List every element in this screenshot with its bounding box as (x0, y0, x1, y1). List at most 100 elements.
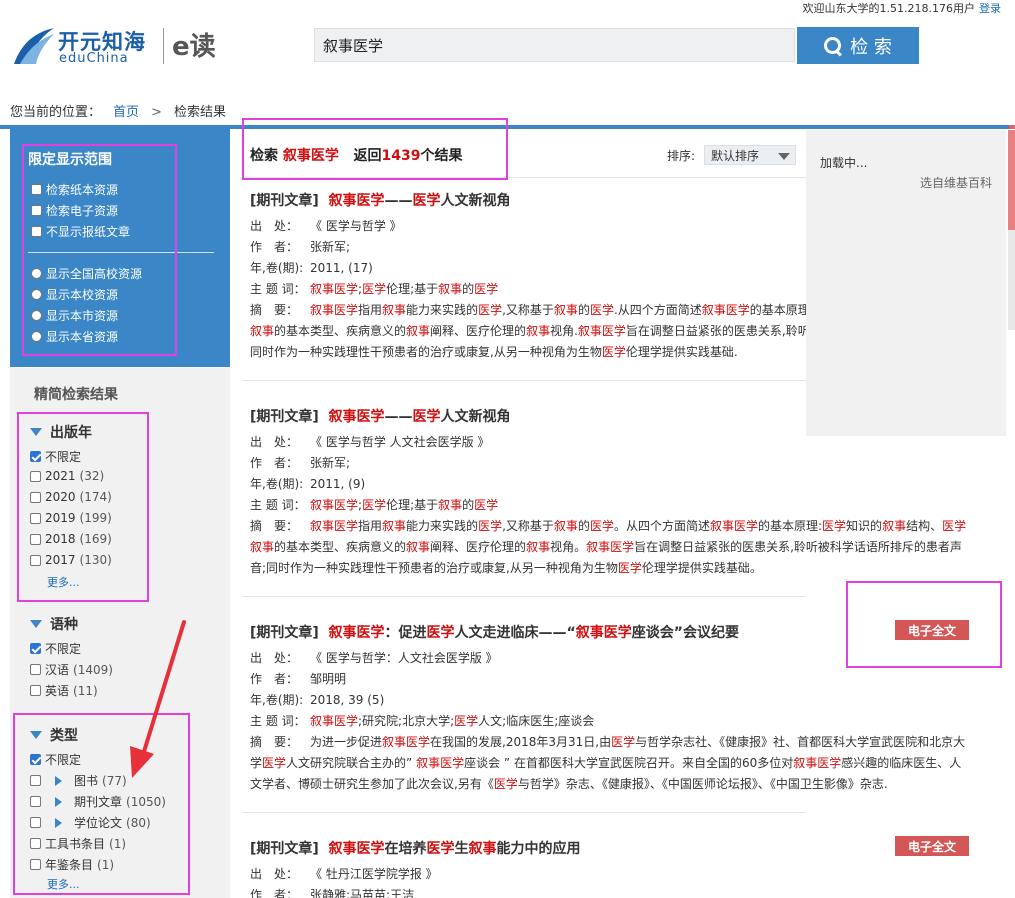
scope-no-newspaper-checkbox[interactable]: 不显示报纸文章 (31, 223, 130, 240)
checkbox[interactable] (30, 643, 41, 654)
scrollbar-track[interactable] (1008, 230, 1015, 330)
result-divider (242, 596, 806, 597)
search-input[interactable] (314, 28, 795, 62)
checkbox[interactable] (30, 664, 41, 675)
checkbox[interactable] (31, 184, 42, 195)
checkbox[interactable] (30, 754, 41, 765)
facet-label: 学位论文 (74, 816, 123, 830)
result-title-link[interactable]: [期刊文章] 叙事医学在培养医学生叙事能力中的应用 (250, 838, 990, 858)
result-abstract-line: 同时作为一种实践理性干预患者的治疗或康复,从另一种视角为生物医学伦理学提供实践基… (250, 345, 738, 359)
field-label: 主 题 词： (250, 282, 306, 296)
login-link[interactable]: 登录 (979, 2, 1001, 15)
breadcrumb-prefix: 您当前的位置： (10, 105, 102, 120)
full-text-button[interactable]: 电子全文 (895, 836, 969, 856)
checkbox[interactable] (30, 838, 41, 849)
checkbox[interactable] (31, 226, 42, 237)
facet-language-item[interactable]: 不限定 (30, 640, 81, 657)
checkbox[interactable] (30, 796, 41, 807)
facet-type-header[interactable]: 类型 (30, 725, 78, 745)
field-label: 年,卷(期): (250, 477, 304, 491)
radio[interactable] (31, 268, 42, 279)
checkbox[interactable] (30, 859, 41, 870)
facet-year-more-link[interactable]: 更多... (47, 574, 80, 590)
facet-label: 2017 (45, 553, 76, 567)
checkbox[interactable] (30, 533, 41, 545)
facet-year-item[interactable]: 2018 (169) (30, 532, 112, 546)
sort-select[interactable]: 默认排序 (704, 145, 796, 165)
checkbox[interactable] (30, 512, 41, 524)
caret-right-icon[interactable] (55, 775, 62, 786)
scope-province-label: 显示本省资源 (46, 330, 119, 344)
results-count: 1439 (381, 148, 421, 164)
facet-count: (199) (79, 511, 112, 525)
checkbox[interactable] (30, 775, 41, 786)
scope-city-radio[interactable]: 显示本市资源 (31, 307, 118, 324)
facet-language-item[interactable]: 英语 (11) (30, 682, 98, 699)
facet-year-item[interactable]: 2020 (174) (30, 490, 112, 504)
radio[interactable] (31, 289, 42, 300)
facet-type-item[interactable]: 图书 (77) (30, 772, 127, 789)
field-label: 作 者： (250, 456, 299, 470)
checkbox[interactable] (30, 491, 41, 503)
search-button[interactable]: 检 索 (797, 27, 919, 64)
checkbox[interactable] (30, 470, 41, 482)
facet-type-item[interactable]: 工具书条目 (1) (30, 835, 126, 852)
facet-type-more-link[interactable]: 更多... (47, 876, 80, 892)
result-type: [期刊文章] (250, 841, 319, 857)
field-label: 出 处： (250, 435, 299, 449)
breadcrumb-separator: > (151, 105, 162, 120)
facet-type-item[interactable]: 年鉴条目 (1) (30, 856, 114, 873)
site-logo[interactable]: 开元知海 eduChina e读 (12, 24, 232, 68)
facet-year-item[interactable]: 2021 (32) (30, 469, 104, 483)
checkbox[interactable] (30, 817, 41, 828)
radio[interactable] (31, 310, 42, 321)
checkbox[interactable] (30, 451, 41, 462)
field-label: 年,卷(期): (250, 261, 304, 275)
scope-no-newspaper-label: 不显示报纸文章 (46, 225, 131, 239)
result-year: 年,卷(期): 2011, (9) (250, 477, 366, 491)
results-header-divider (242, 177, 806, 178)
full-text-button[interactable]: 电子全文 (895, 620, 969, 640)
radio[interactable] (31, 331, 42, 342)
facet-type-item[interactable]: 期刊文章 (1050) (30, 793, 166, 810)
facet-language-header[interactable]: 语种 (30, 614, 78, 634)
scope-print-checkbox[interactable]: 检索纸本资源 (31, 181, 118, 198)
facet-type-item[interactable]: 学位论文 (80) (30, 814, 151, 831)
caret-right-icon[interactable] (55, 817, 62, 828)
breadcrumb-current: 检索结果 (173, 105, 226, 120)
checkbox[interactable] (30, 685, 41, 696)
result-divider (242, 812, 806, 813)
scope-national-label: 显示全国高校资源 (46, 267, 143, 281)
results-returned: 返回 (353, 148, 382, 164)
caret-right-icon[interactable] (55, 796, 62, 807)
scrollbar-thumb[interactable] (1008, 130, 1015, 230)
results-suffix: 个结果 (420, 148, 463, 164)
checkbox[interactable] (30, 554, 41, 566)
facet-year-item[interactable]: 2019 (199) (30, 511, 112, 525)
result-abstract-line: 摘 要： 叙事医学指用叙事能力来实践的医学,又称基于叙事的医学.从四个方面简述叙事… (250, 303, 810, 317)
facet-language-item[interactable]: 汉语 (1409) (30, 661, 113, 678)
wiki-panel: 加载中... 选自维基百科 (806, 130, 1006, 436)
result-source: 出 处：《 牡丹江医学院学报 》 (250, 867, 438, 881)
scope-electronic-checkbox[interactable]: 检索电子资源 (31, 202, 118, 219)
facet-year-item[interactable]: 不限定 (30, 448, 81, 465)
result-source: 出 处：《 医学与哲学 》 (250, 219, 402, 233)
result-title-link[interactable]: [期刊文章] 叙事医学：促进医学人文走进临床——“叙事医学座谈会”会议纪要 (250, 622, 990, 642)
result-source: 出 处：《 医学与哲学：人文社会医学版 》 (250, 651, 498, 665)
checkbox[interactable] (31, 205, 42, 216)
scope-school-radio[interactable]: 显示本校资源 (31, 286, 118, 303)
scope-province-radio[interactable]: 显示本省资源 (31, 328, 118, 345)
scope-divider (28, 252, 214, 253)
scope-national-radio[interactable]: 显示全国高校资源 (31, 265, 142, 282)
facet-count: (169) (79, 532, 112, 546)
facet-type-item[interactable]: 不限定 (30, 751, 81, 768)
facet-year-header[interactable]: 出版年 (30, 422, 92, 442)
result-abstract-line: 学医学人文研究院联合主办的” 叙事医学座谈会 ” 在首都医科大学宣武医院召开。来… (250, 756, 962, 770)
facet-label: 2020 (45, 490, 76, 504)
facet-year-item[interactable]: 2017 (130) (30, 553, 112, 567)
result-author: 作 者： 邹明明 (250, 672, 347, 686)
scope-title: 限定显示范围 (28, 152, 112, 168)
result-type: [期刊文章] (250, 193, 319, 209)
welcome-bar: 欢迎山东大学的1.51.218.176用户 登录 (803, 0, 1001, 16)
breadcrumb-home-link[interactable]: 首页 (113, 105, 139, 120)
